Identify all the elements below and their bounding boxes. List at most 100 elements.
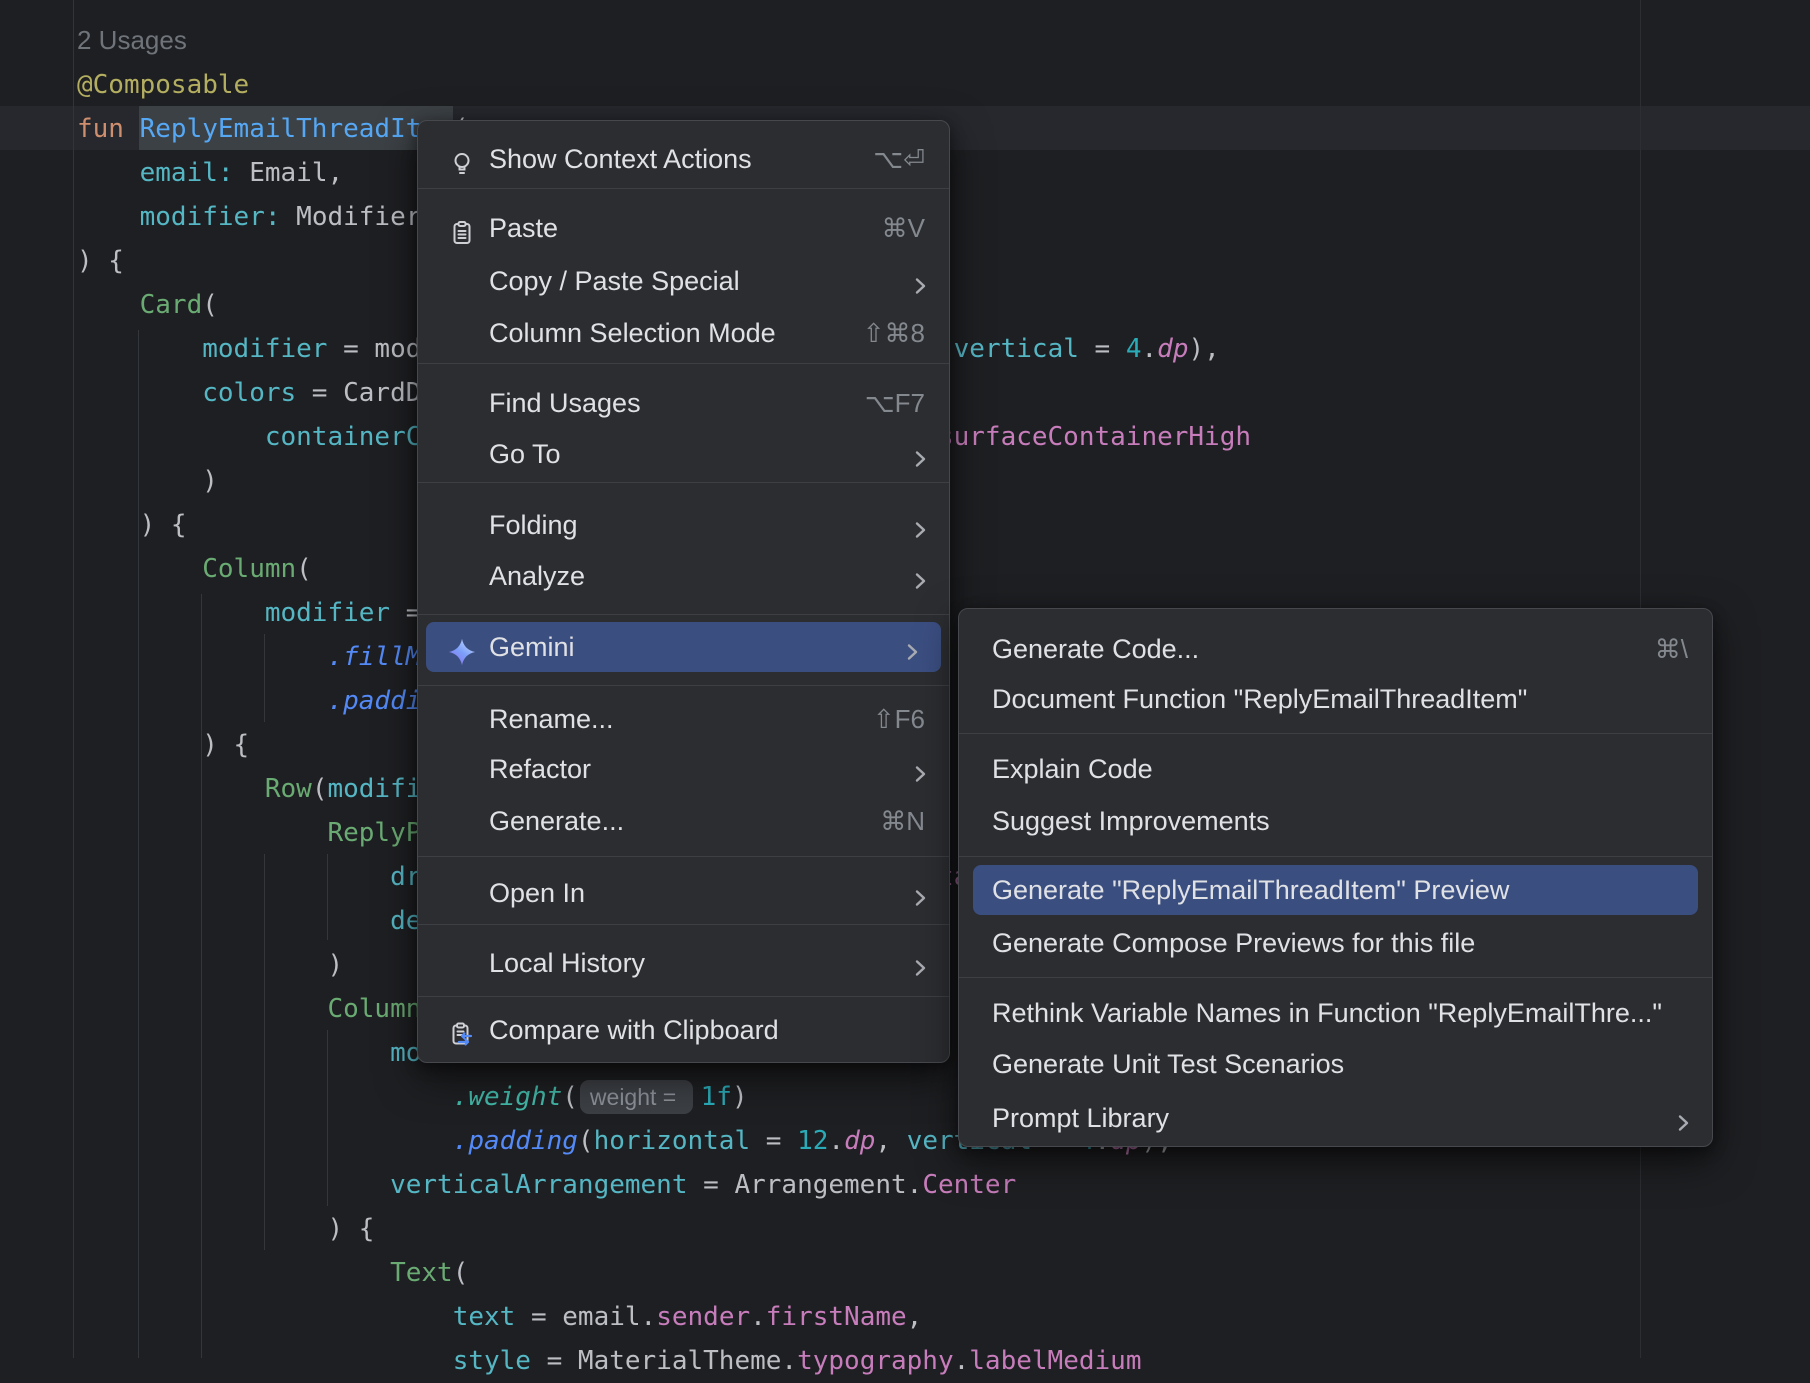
menu-item-rename[interactable]: Rename...⇧F6: [418, 693, 949, 745]
code-token: (: [296, 554, 312, 584]
menu-item-label: Local History: [489, 937, 645, 989]
code-token: surfaceContainerHigh: [938, 422, 1251, 452]
menu-item-label: Folding: [489, 499, 578, 551]
menu-item-prompt-library[interactable]: Prompt Library: [959, 1092, 1712, 1144]
menu-separator: [418, 363, 949, 364]
menu-item-label: Open In: [489, 867, 585, 919]
code-token: email:: [140, 158, 234, 188]
code-token: ) {: [77, 1214, 374, 1244]
code-token: modifier:: [140, 202, 281, 232]
menu-item-label: Document Function "ReplyEmailThreadItem": [992, 673, 1527, 725]
code-token: ): [77, 466, 218, 496]
menu-item-refactor[interactable]: Refactor: [418, 743, 949, 795]
menu-item-gemini[interactable]: Gemini: [426, 622, 941, 672]
menu-item-label: Generate Compose Previews for this file: [992, 917, 1475, 969]
code-token: .: [828, 1126, 844, 1156]
code-token: Column: [327, 994, 421, 1024]
gemini-star-icon: [447, 633, 477, 663]
menu-item-suggest-improvements[interactable]: Suggest Improvements: [959, 795, 1712, 847]
menu-separator: [418, 614, 949, 615]
menu-item-open-in[interactable]: Open In: [418, 867, 949, 919]
gemini-submenu: Generate Code...⌘\Document Function "Rep…: [958, 608, 1713, 1147]
code-token: [77, 862, 390, 892]
menu-item-column-selection-mode[interactable]: Column Selection Mode⇧⌘8: [418, 307, 949, 359]
code-token: vertical: [954, 334, 1079, 364]
code-token: [77, 554, 202, 584]
chevron-right-icon: [897, 633, 927, 663]
menu-item-local-history[interactable]: Local History: [418, 937, 949, 989]
code-token: 4: [1126, 334, 1142, 364]
menu-item-label: Generate Unit Test Scenarios: [992, 1038, 1344, 1090]
menu-item-rethink-variable-names[interactable]: Rethink Variable Names in Function "Repl…: [959, 987, 1712, 1039]
code-token: Column: [202, 554, 296, 584]
code-token: ,: [907, 1302, 923, 1332]
gutter-separator: [73, 0, 74, 1358]
menu-item-label: Gemini: [489, 622, 575, 672]
code-token: (: [202, 290, 218, 320]
code-token: style: [453, 1346, 531, 1376]
code-token: horizontal: [594, 1126, 751, 1156]
code-token: (: [453, 1258, 469, 1288]
menu-item-generate-compose-previews[interactable]: Generate Compose Previews for this file: [959, 917, 1712, 969]
menu-separator: [959, 856, 1712, 857]
chevron-right-icon: [905, 878, 935, 908]
code-token: [77, 598, 265, 628]
menu-item-label: Generate Code...: [992, 623, 1199, 675]
code-token: [77, 378, 202, 408]
code-token: [77, 1346, 453, 1376]
code-token: .: [1142, 334, 1158, 364]
code-token: [77, 818, 327, 848]
menu-item-label: Explain Code: [992, 743, 1153, 795]
code-token: @Composable: [77, 70, 249, 100]
menu-item-document-function[interactable]: Document Function "ReplyEmailThreadItem": [959, 673, 1712, 725]
menu-item-compare-with-clipboard[interactable]: Compare with Clipboard: [418, 1004, 949, 1056]
menu-item-generate-unit-test-scenarios[interactable]: Generate Unit Test Scenarios: [959, 1038, 1712, 1090]
code-token: dp: [844, 1126, 875, 1156]
menu-item-copy-paste-special[interactable]: Copy / Paste Special: [418, 255, 949, 307]
code-token: (: [312, 774, 328, 804]
code-token: ) {: [77, 730, 249, 760]
chevron-right-icon: [905, 948, 935, 978]
code-token: = Arrangement.: [688, 1170, 923, 1200]
code-token: labelMedium: [969, 1346, 1141, 1376]
menu-item-go-to[interactable]: Go To: [418, 428, 949, 480]
clipboard-icon: [447, 213, 477, 243]
code-token: = email.: [515, 1302, 656, 1332]
menu-separator: [418, 996, 949, 997]
code-token: typography: [797, 1346, 954, 1376]
code-token: [77, 422, 265, 452]
code-token: [77, 158, 140, 188]
menu-item-generate-code[interactable]: Generate Code...⌘\: [959, 623, 1712, 675]
chevron-right-icon: [905, 754, 935, 784]
menu-separator: [418, 685, 949, 686]
code-token: [77, 774, 265, 804]
code-token: .: [750, 1302, 766, 1332]
code-token: .: [954, 1346, 970, 1376]
lightbulb-icon: [447, 144, 477, 174]
menu-item-generate-preview[interactable]: Generate "ReplyEmailThreadItem" Preview: [973, 865, 1698, 915]
code-token: text: [453, 1302, 516, 1332]
menu-item-analyze[interactable]: Analyze: [418, 550, 949, 602]
code-token: modifier: [202, 334, 327, 364]
menu-separator: [418, 924, 949, 925]
menu-item-find-usages[interactable]: Find Usages⌥F7: [418, 377, 949, 429]
code-token: [77, 1082, 453, 1112]
code-token: [77, 1126, 453, 1156]
menu-item-generate[interactable]: Generate...⌘N: [418, 795, 949, 847]
code-token: 2 Usages: [77, 25, 187, 55]
menu-item-show-context-actions[interactable]: Show Context Actions⌥⏎: [418, 133, 949, 185]
menu-separator: [418, 856, 949, 857]
code-token: 12: [797, 1126, 828, 1156]
code-token: ): [732, 1082, 748, 1112]
menu-item-label: Prompt Library: [992, 1092, 1169, 1144]
compare-clipboard-icon: [447, 1015, 477, 1045]
menu-item-paste[interactable]: Paste⌘V: [418, 202, 949, 254]
chevron-right-icon: [905, 266, 935, 296]
code-token: .padding: [453, 1126, 578, 1156]
menu-item-explain-code[interactable]: Explain Code: [959, 743, 1712, 795]
code-token: =: [1079, 334, 1126, 364]
menu-item-shortcut: ⇧F6: [873, 693, 925, 745]
menu-item-folding[interactable]: Folding: [418, 499, 949, 551]
menu-item-label: Paste: [489, 202, 558, 254]
menu-item-shortcut: ⌥⏎: [873, 133, 925, 185]
